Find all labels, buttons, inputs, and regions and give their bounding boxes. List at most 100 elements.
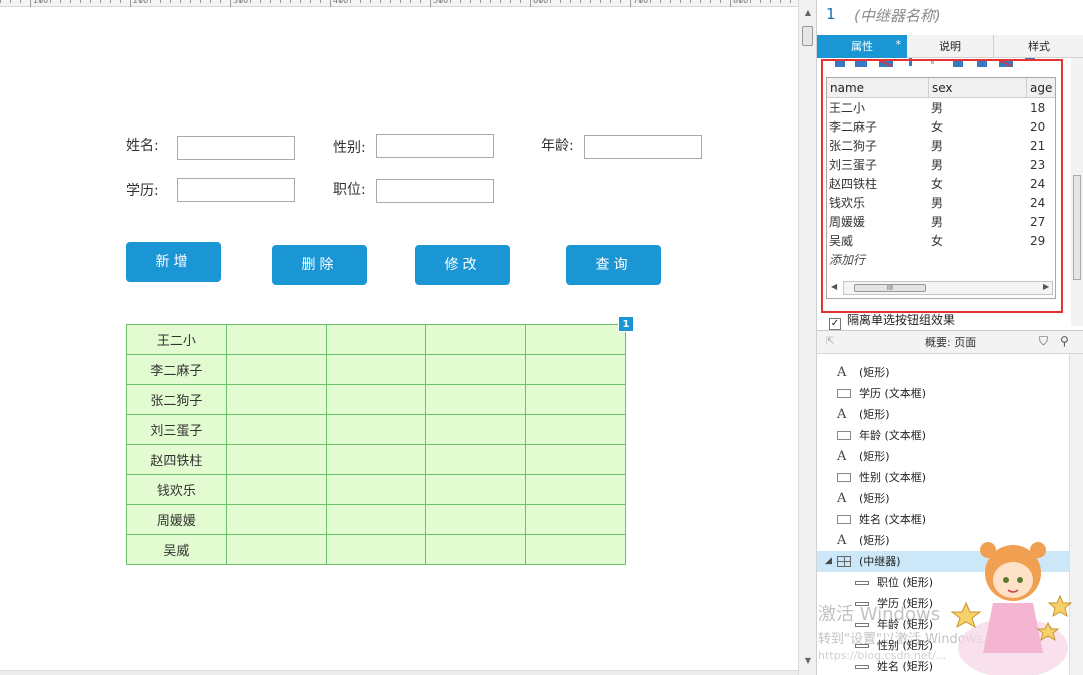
dataset-cell-sex[interactable]: 男 [931,137,943,156]
sex-field[interactable] [376,134,494,158]
scroll-down-icon[interactable]: ▼ [799,656,817,665]
delete-column-icon[interactable] [999,60,1013,67]
add-row-link[interactable]: 添加行 [829,251,865,268]
delete-row-icon[interactable] [879,60,893,67]
canvas-vertical-scrollbar[interactable]: ▲ ▼ [798,0,816,675]
dataset-cell-name[interactable]: 吴威 [829,232,853,251]
filter-icon[interactable]: ⛉ [1039,334,1048,349]
repeater-grid[interactable]: 王二小 李二麻子 张二狗子 刘三蛋子 赵四铁柱 钱欢乐 周媛媛 吴威 [126,324,626,565]
insert-row-below-icon[interactable] [855,60,867,67]
dataset-cell-age[interactable]: 27 [1030,213,1045,232]
dataset-cell-name[interactable]: 张二狗子 [829,137,877,156]
collapse-icon[interactable]: ⇱ [826,336,834,347]
tab-properties[interactable]: 属性 * [817,35,907,58]
dataset-row[interactable]: 钱欢乐 男 24 [827,194,1055,213]
dataset-cell-age[interactable]: 21 [1030,137,1045,156]
dataset-cell-sex[interactable]: 女 [931,118,943,137]
dataset-cell-age[interactable]: 20 [1030,118,1045,137]
dataset-table[interactable]: name sex age 王二小男 18 李二麻子女 20 张二狗子男 21 刘三蛋子男 23… [826,77,1056,299]
repeater-cell [425,384,527,415]
dataset-cell-name[interactable]: 赵四铁柱 [829,175,877,194]
dataset-cell-sex[interactable]: 男 [931,213,943,232]
dataset-row[interactable]: 张二狗子 男 21 [827,137,1055,156]
tab-notes[interactable]: 说明 [907,35,994,58]
widget-name-field[interactable]: (中继器名称) [854,5,941,26]
outline-item[interactable]: A (矩形) [817,362,1069,383]
expand-arrow-icon[interactable]: ◢ [825,551,832,572]
scroll-left-icon[interactable]: ◀ [831,282,837,291]
isolate-checkbox[interactable]: ✓ [829,318,841,330]
dataset-cell-name[interactable]: 钱欢乐 [829,194,865,213]
text-widget-icon: A [837,407,847,422]
dataset-scroll-thumb[interactable]: III [854,284,926,292]
outline-item[interactable]: 姓名 (文本框) [817,509,1069,530]
design-canvas[interactable]: 100 200 300 400 500 600 700 800 姓名: 性别: 年龄: 学历:… [0,0,798,675]
add-button[interactable]: 新增 [126,242,221,282]
column-header-sex[interactable]: sex [929,78,1027,98]
move-up-icon[interactable] [909,58,912,66]
properties-scroll-thumb[interactable] [1073,175,1081,280]
dataset-cell-name[interactable]: 周媛媛 [829,213,865,232]
dataset-cell-name[interactable]: 刘三蛋子 [829,156,877,175]
insert-column-right-icon[interactable] [977,60,987,67]
outline-item[interactable]: 性别 (文本框) [817,467,1069,488]
column-header-age[interactable]: age [1027,78,1055,98]
dataset-cell-name[interactable]: 王二小 [829,99,865,118]
insert-row-icon[interactable] [835,60,845,67]
name-field[interactable] [177,136,295,160]
dataset-row[interactable]: 李二麻子 女 20 [827,118,1055,137]
dataset-row[interactable]: 赵四铁柱 女 24 [827,175,1055,194]
dataset-row[interactable]: 王二小 男 18 [827,99,1055,118]
tab-style[interactable]: 样式 [994,35,1083,58]
repeater-row[interactable]: 赵四铁柱 [126,444,626,475]
dataset-cell-sex[interactable]: 男 [931,99,943,118]
repeater-cell [325,354,427,385]
dataset-cell-age[interactable]: 23 [1030,156,1045,175]
repeater-row[interactable]: 张二狗子 [126,384,626,415]
repeater-name-cell: 张二狗子 [126,384,227,415]
dataset-cell-sex[interactable]: 女 [931,232,943,251]
dataset-horizontal-scrollbar[interactable]: ◀ III ▶ [831,281,1053,295]
column-header-name[interactable]: name [827,78,929,98]
position-field[interactable] [376,179,494,203]
search-icon[interactable]: ⚲ [1060,334,1069,348]
repeater-row[interactable]: 周媛媛 [126,504,626,535]
import-icon[interactable] [1025,58,1035,61]
dataset-row[interactable]: 周媛媛 男 27 [827,213,1055,232]
outline-item[interactable]: A (矩形) [817,404,1069,425]
repeater-row[interactable]: 钱欢乐 [126,474,626,505]
repeater-row[interactable]: 王二小 [126,324,626,355]
scroll-right-icon[interactable]: ▶ [1043,282,1049,291]
dataset-cell-sex[interactable]: 男 [931,156,943,175]
outline-item[interactable]: 年龄 (文本框) [817,425,1069,446]
education-field[interactable] [177,178,295,202]
move-down-icon[interactable] [931,60,934,64]
delete-button[interactable]: 删除 [272,245,367,285]
dataset-cell-sex[interactable]: 女 [931,175,943,194]
dataset-cell-sex[interactable]: 男 [931,194,943,213]
dataset-cell-age[interactable]: 24 [1030,194,1045,213]
dataset-cell-age[interactable]: 18 [1030,99,1045,118]
scroll-up-icon[interactable]: ▲ [799,8,817,17]
repeater-cell [225,384,327,415]
query-button[interactable]: 查询 [566,245,661,285]
dataset-cell-name[interactable]: 李二麻子 [829,118,877,137]
age-field[interactable] [584,135,702,159]
dataset-row[interactable]: 吴威 女 29 [827,232,1055,251]
edit-button[interactable]: 修改 [415,245,510,285]
dataset-cell-age[interactable]: 29 [1030,232,1045,251]
scroll-thumb[interactable] [802,26,813,46]
repeater-row[interactable]: 吴威 [126,534,626,565]
dataset-cell-age[interactable]: 24 [1030,175,1045,194]
outline-item[interactable]: 学历 (文本框) [817,383,1069,404]
outline-item[interactable]: A (矩形) [817,446,1069,467]
canvas-horizontal-scrollbar[interactable] [0,670,798,675]
properties-scrollbar[interactable] [1071,58,1083,326]
repeater-row[interactable]: 刘三蛋子 [126,414,626,445]
dataset-row[interactable]: 刘三蛋子 男 23 [827,156,1055,175]
repeater-row[interactable]: 李二麻子 [126,354,626,385]
ruler-tick [150,0,151,3]
outline-item[interactable]: A (矩形) [817,488,1069,509]
insert-column-icon[interactable] [953,60,963,67]
isolate-radio-option[interactable]: ✓ 隔离单选按钮组效果 [829,312,955,330]
